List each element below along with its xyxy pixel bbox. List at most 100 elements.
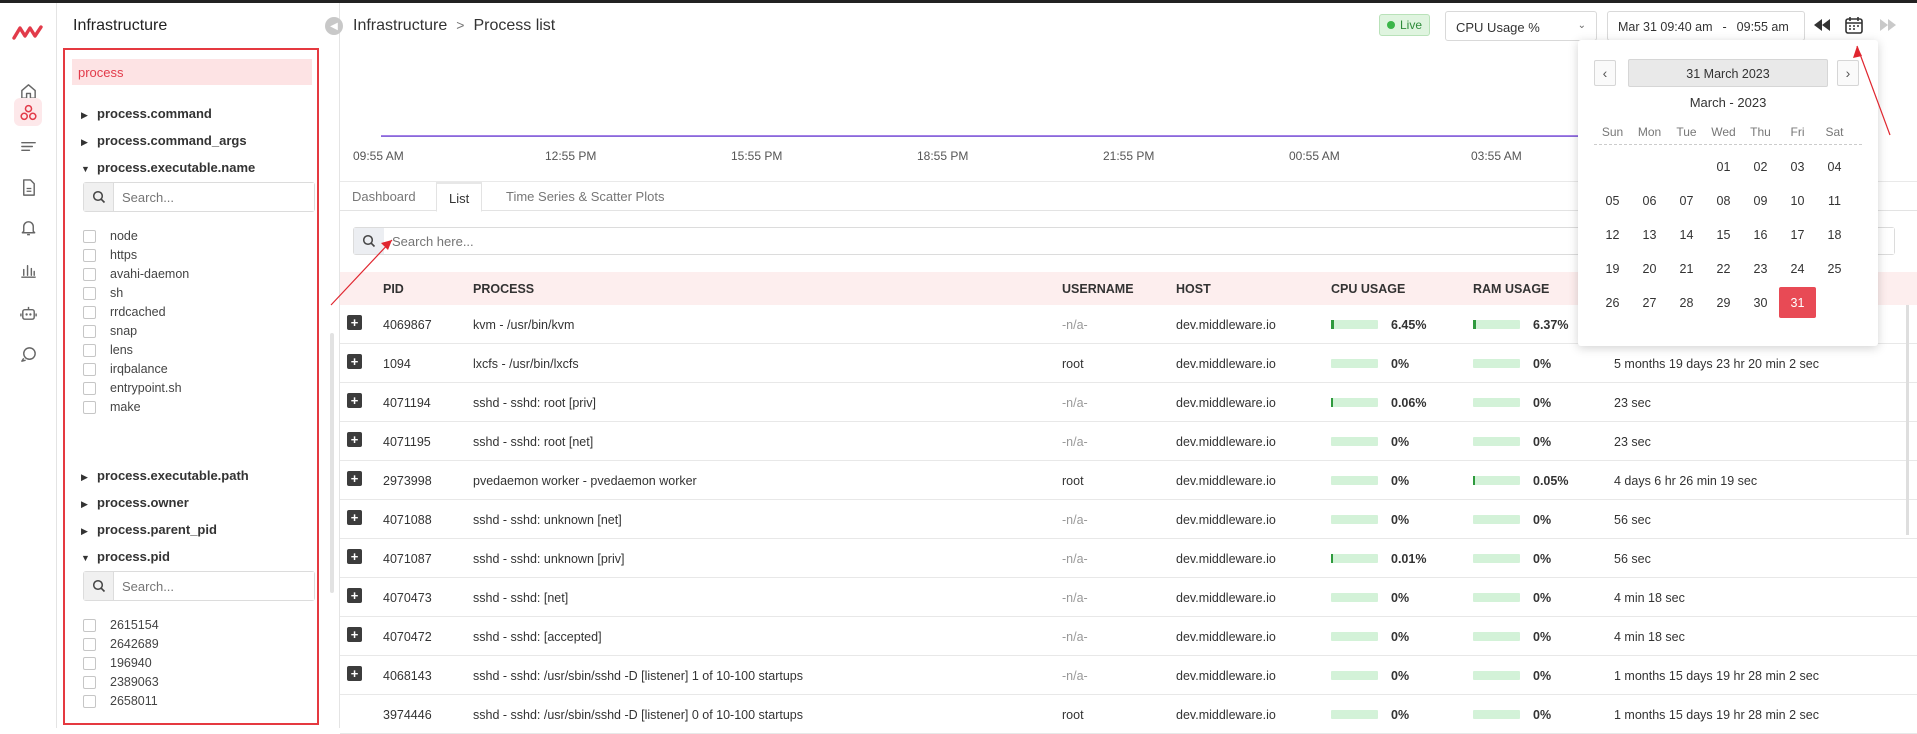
filter-group-process-parent-pid[interactable]: ▶ process.parent_pid [81,522,217,537]
expand-row-button[interactable]: + [347,432,362,447]
pid-option[interactable]: 2642689 [83,637,159,651]
table-row[interactable]: 3974446 sshd - sshd: /usr/sbin/sshd -D [l… [340,695,1917,734]
executable-name-option[interactable]: sh [83,286,123,300]
rewind-button[interactable] [1810,13,1834,37]
table-row[interactable]: +4071087 sshd - sshd: unknown [priv] -n/a-… [340,539,1917,578]
checkbox[interactable] [83,248,96,262]
checkbox[interactable] [83,694,96,708]
previous-month-button[interactable]: ‹ [1594,60,1616,86]
day-cell[interactable]: 05 [1594,185,1631,216]
day-cell[interactable]: 29 [1705,287,1742,318]
day-cell[interactable]: 30 [1742,287,1779,318]
table-row[interactable]: +4071088 sshd - sshd: unknown [net] -n/a-d… [340,500,1917,539]
day-cell[interactable]: 27 [1631,287,1668,318]
day-cell[interactable]: 17 [1779,219,1816,250]
next-month-button[interactable]: › [1837,60,1859,86]
day-cell[interactable]: 15 [1705,219,1742,250]
logs-icon[interactable] [14,132,42,160]
pid-search-input[interactable] [114,572,314,600]
day-cell[interactable]: 22 [1705,253,1742,284]
table-scrollbar[interactable] [1906,305,1909,535]
checkbox[interactable] [83,656,96,670]
filter-group-process-owner[interactable]: ▶ process.owner [81,495,189,510]
day-cell[interactable]: 08 [1705,185,1742,216]
executable-name-option[interactable]: avahi-daemon [83,267,189,281]
checkbox[interactable] [83,400,96,414]
filter-group-process-executable-path[interactable]: ▶ process.executable.path [81,468,249,483]
day-cell[interactable]: 09 [1742,185,1779,216]
checkbox[interactable] [83,343,96,357]
executable-name-option[interactable]: rrdcached [83,305,166,319]
tab-dashboard[interactable]: Dashboard [340,182,428,212]
live-badge[interactable]: Live [1379,14,1431,36]
day-cell[interactable]: 06 [1631,185,1668,216]
day-cell[interactable]: 10 [1779,185,1816,216]
selected-date-button[interactable]: 31 March 2023 [1628,59,1828,87]
day-cell[interactable]: 20 [1631,253,1668,284]
pid-option[interactable]: 196940 [83,656,152,670]
day-cell[interactable]: 01 [1705,151,1742,182]
expand-row-button[interactable]: + [347,510,362,525]
bot-icon[interactable] [14,299,42,327]
panel-scrollbar[interactable] [330,333,334,593]
day-cell[interactable]: 21 [1668,253,1705,284]
selected-day[interactable]: 31 [1779,287,1816,318]
day-cell[interactable]: 04 [1816,151,1853,182]
time-range-display[interactable]: Mar 31 09:40 am -09:55 am [1607,11,1805,41]
middleware-logo-icon[interactable] [12,23,44,43]
executable-name-option[interactable]: node [83,229,138,243]
filter-group-process-pid[interactable]: ▼ process.pid [81,549,170,564]
day-cell[interactable]: 18 [1816,219,1853,250]
table-row[interactable]: +4071194 sshd - sshd: root [priv] -n/a-dev… [340,383,1917,422]
day-cell[interactable]: 24 [1779,253,1816,284]
filter-group-process-command-args[interactable]: ▶ process.command_args [81,133,247,148]
collapse-panel-button[interactable]: ◀ [325,17,343,35]
table-row[interactable]: +2973998 pvedaemon worker - pvedaemon wor… [340,461,1917,500]
expand-row-button[interactable]: + [347,549,362,564]
tab-time-series-scatter-plots[interactable]: Time Series & Scatter Plots [494,182,676,212]
col-header-ram-usage[interactable]: RAM USAGE [1473,282,1549,296]
table-row[interactable]: +4071195 sshd - sshd: root [net] -n/a-dev.… [340,422,1917,461]
expand-row-button[interactable]: + [347,471,362,486]
checkbox[interactable] [83,618,96,632]
executable-name-option[interactable]: make [83,400,141,414]
checkbox[interactable] [83,229,96,243]
checkbox[interactable] [83,324,96,338]
day-cell[interactable]: 25 [1816,253,1853,284]
calendar-button[interactable] [1842,13,1866,37]
day-cell[interactable]: 07 [1668,185,1705,216]
checkbox[interactable] [83,362,96,376]
checkbox[interactable] [83,305,96,319]
expand-row-button[interactable]: + [347,588,362,603]
filter-group-process-executable-name[interactable]: ▼ process.executable.name [81,160,255,175]
infrastructure-icon[interactable] [14,98,42,126]
col-header-username[interactable]: USERNAME [1062,282,1134,296]
checkbox[interactable] [83,637,96,651]
checkbox[interactable] [83,675,96,689]
checkbox[interactable] [83,286,96,300]
executable-name-search-input[interactable] [114,183,314,211]
day-cell[interactable]: 14 [1668,219,1705,250]
metric-select[interactable]: CPU Usage % ⌄ [1445,11,1597,41]
col-header-pid[interactable]: PID [383,282,404,296]
pid-option[interactable]: 2658011 [83,694,158,708]
executable-name-option[interactable]: entrypoint.sh [83,381,182,395]
help-icon[interactable] [14,340,42,368]
day-cell[interactable]: 19 [1594,253,1631,284]
col-header-process[interactable]: PROCESS [473,282,534,296]
expand-row-button[interactable]: + [347,354,362,369]
expand-row-button[interactable]: + [347,627,362,642]
executable-name-option[interactable]: lens [83,343,133,357]
executable-name-option[interactable]: irqbalance [83,362,168,376]
table-row[interactable]: +4070472 sshd - sshd: [accepted] -n/a-dev.… [340,617,1917,656]
attribute-search-input[interactable]: process [72,59,312,85]
day-cell[interactable]: 03 [1779,151,1816,182]
dashboards-icon[interactable] [14,256,42,284]
day-cell[interactable]: 13 [1631,219,1668,250]
day-cell[interactable]: 26 [1594,287,1631,318]
expand-row-button[interactable]: + [347,315,362,330]
tab-list[interactable]: List [436,182,483,212]
table-row[interactable]: +4068143 sshd - sshd: /usr/sbin/sshd -D [… [340,656,1917,695]
checkbox[interactable] [83,267,96,281]
day-cell[interactable]: 11 [1816,185,1853,216]
